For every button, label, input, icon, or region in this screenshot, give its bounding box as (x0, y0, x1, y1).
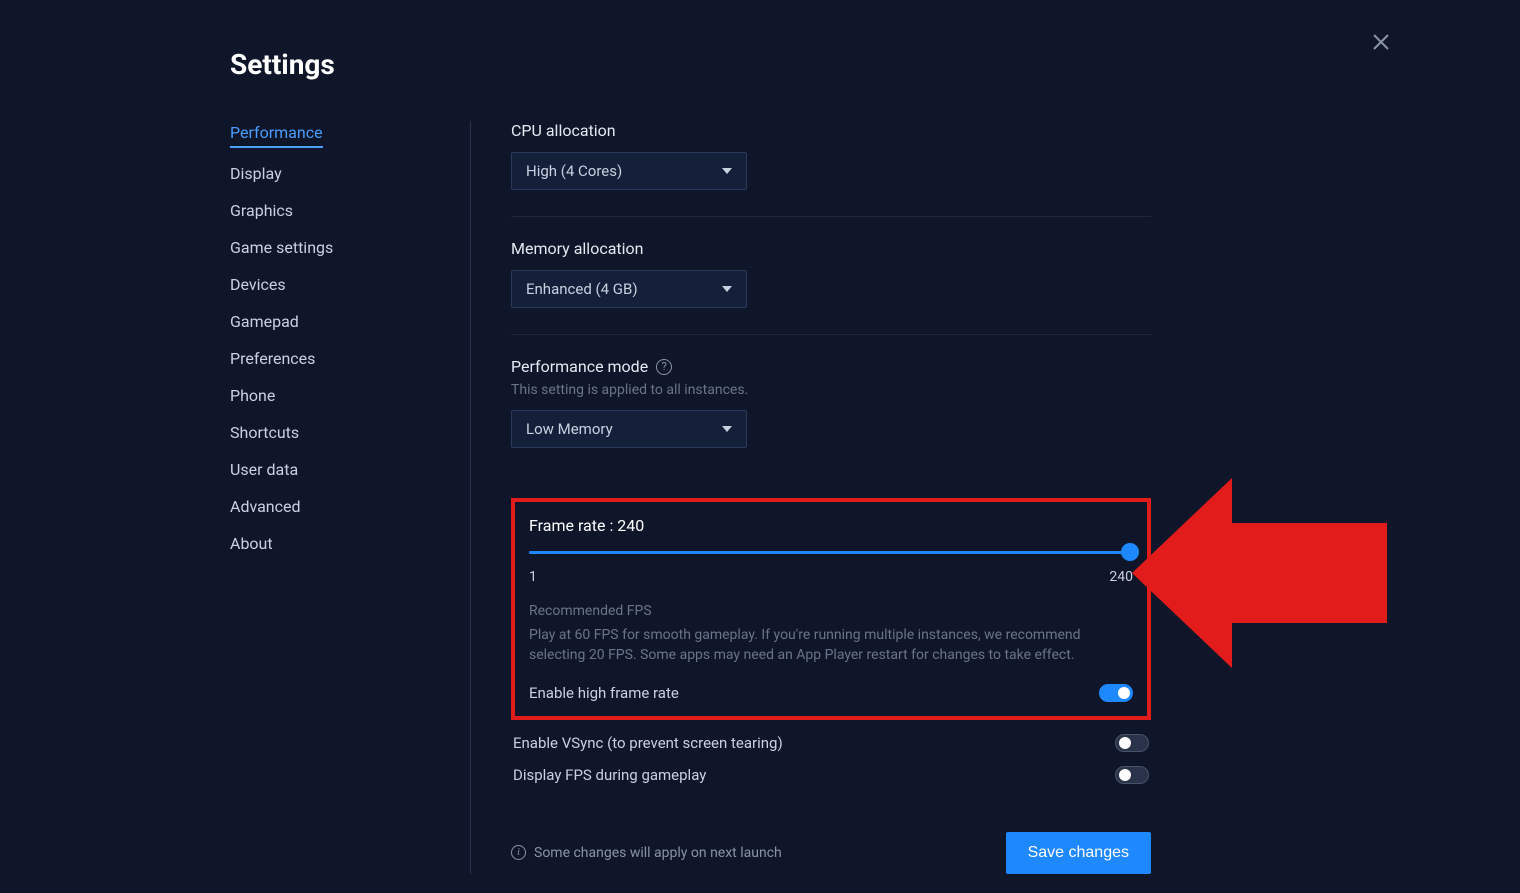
slider-range-labels: 1 240 (529, 569, 1133, 585)
footer-note: i Some changes will apply on next launch (511, 845, 782, 861)
settings-footer: i Some changes will apply on next launch… (511, 832, 1151, 874)
performance-mode-value: Low Memory (526, 420, 613, 438)
section-divider (511, 334, 1151, 335)
display-fps-row: Display FPS during gameplay (511, 766, 1151, 784)
enable-high-frame-rate-label: Enable high frame rate (529, 684, 679, 702)
cpu-allocation-select[interactable]: High (4 Cores) (511, 152, 747, 190)
sidebar-item-gamepad[interactable]: Gamepad (230, 310, 430, 333)
sidebar-item-preferences[interactable]: Preferences (230, 347, 430, 370)
sidebar-item-display[interactable]: Display (230, 162, 430, 185)
display-fps-label: Display FPS during gameplay (513, 766, 706, 784)
slider-thumb[interactable] (1121, 543, 1139, 561)
performance-mode-sublabel: This setting is applied to all instances… (511, 382, 1151, 398)
memory-allocation-select[interactable]: Enhanced (4 GB) (511, 270, 747, 308)
sidebar-item-game-settings[interactable]: Game settings (230, 236, 430, 259)
memory-allocation-label: Memory allocation (511, 239, 1151, 258)
chevron-down-icon (722, 286, 732, 292)
settings-main: CPU allocation High (4 Cores) Memory all… (511, 121, 1151, 874)
enable-vsync-label: Enable VSync (to prevent screen tearing) (513, 734, 783, 752)
performance-mode-select[interactable]: Low Memory (511, 410, 747, 448)
display-fps-toggle[interactable] (1115, 766, 1149, 784)
help-icon[interactable]: ? (656, 359, 672, 375)
slider-fill (529, 551, 1133, 554)
frame-rate-value: 240 (617, 516, 644, 535)
section-divider (511, 216, 1151, 217)
recommended-fps-title: Recommended FPS (529, 603, 1133, 619)
info-icon: i (511, 845, 526, 860)
performance-mode-label: Performance mode ? (511, 357, 1151, 376)
close-icon (1372, 33, 1390, 51)
page-title: Settings (230, 48, 1290, 81)
settings-sidebar: Performance Display Graphics Game settin… (230, 121, 430, 874)
sidebar-item-user-data[interactable]: User data (230, 458, 430, 481)
frame-rate-label: Frame rate : 240 (529, 516, 1133, 535)
sidebar-item-devices[interactable]: Devices (230, 273, 430, 296)
close-button[interactable] (1372, 30, 1390, 58)
vertical-divider (470, 121, 471, 874)
sidebar-item-advanced[interactable]: Advanced (230, 495, 430, 518)
toggle-knob (1118, 687, 1130, 699)
enable-vsync-toggle[interactable] (1115, 734, 1149, 752)
cpu-allocation-value: High (4 Cores) (526, 162, 622, 180)
enable-vsync-row: Enable VSync (to prevent screen tearing) (511, 734, 1151, 752)
cpu-allocation-label: CPU allocation (511, 121, 1151, 140)
cpu-allocation-section: CPU allocation High (4 Cores) (511, 121, 1151, 190)
sidebar-item-graphics[interactable]: Graphics (230, 199, 430, 222)
memory-allocation-value: Enhanced (4 GB) (526, 280, 638, 298)
frame-rate-slider[interactable] (529, 545, 1133, 561)
settings-dialog: Settings Performance Display Graphics Ga… (0, 0, 1520, 893)
slider-min: 1 (529, 569, 537, 585)
sidebar-item-shortcuts[interactable]: Shortcuts (230, 421, 430, 444)
slider-max: 240 (1109, 569, 1133, 585)
frame-rate-highlight-box: Frame rate : 240 1 240 Recommended FPS P… (511, 498, 1151, 720)
sidebar-item-performance[interactable]: Performance (230, 121, 323, 148)
performance-mode-section: Performance mode ? This setting is appli… (511, 357, 1151, 448)
sidebar-item-phone[interactable]: Phone (230, 384, 430, 407)
memory-allocation-section: Memory allocation Enhanced (4 GB) (511, 239, 1151, 308)
toggle-knob (1119, 737, 1131, 749)
toggle-knob (1119, 769, 1131, 781)
recommended-fps-body: Play at 60 FPS for smooth gameplay. If y… (529, 625, 1133, 666)
save-changes-button[interactable]: Save changes (1006, 832, 1151, 874)
chevron-down-icon (722, 168, 732, 174)
enable-high-frame-rate-row: Enable high frame rate (529, 684, 1133, 702)
chevron-down-icon (722, 426, 732, 432)
enable-high-frame-rate-toggle[interactable] (1099, 684, 1133, 702)
sidebar-item-about[interactable]: About (230, 532, 430, 555)
